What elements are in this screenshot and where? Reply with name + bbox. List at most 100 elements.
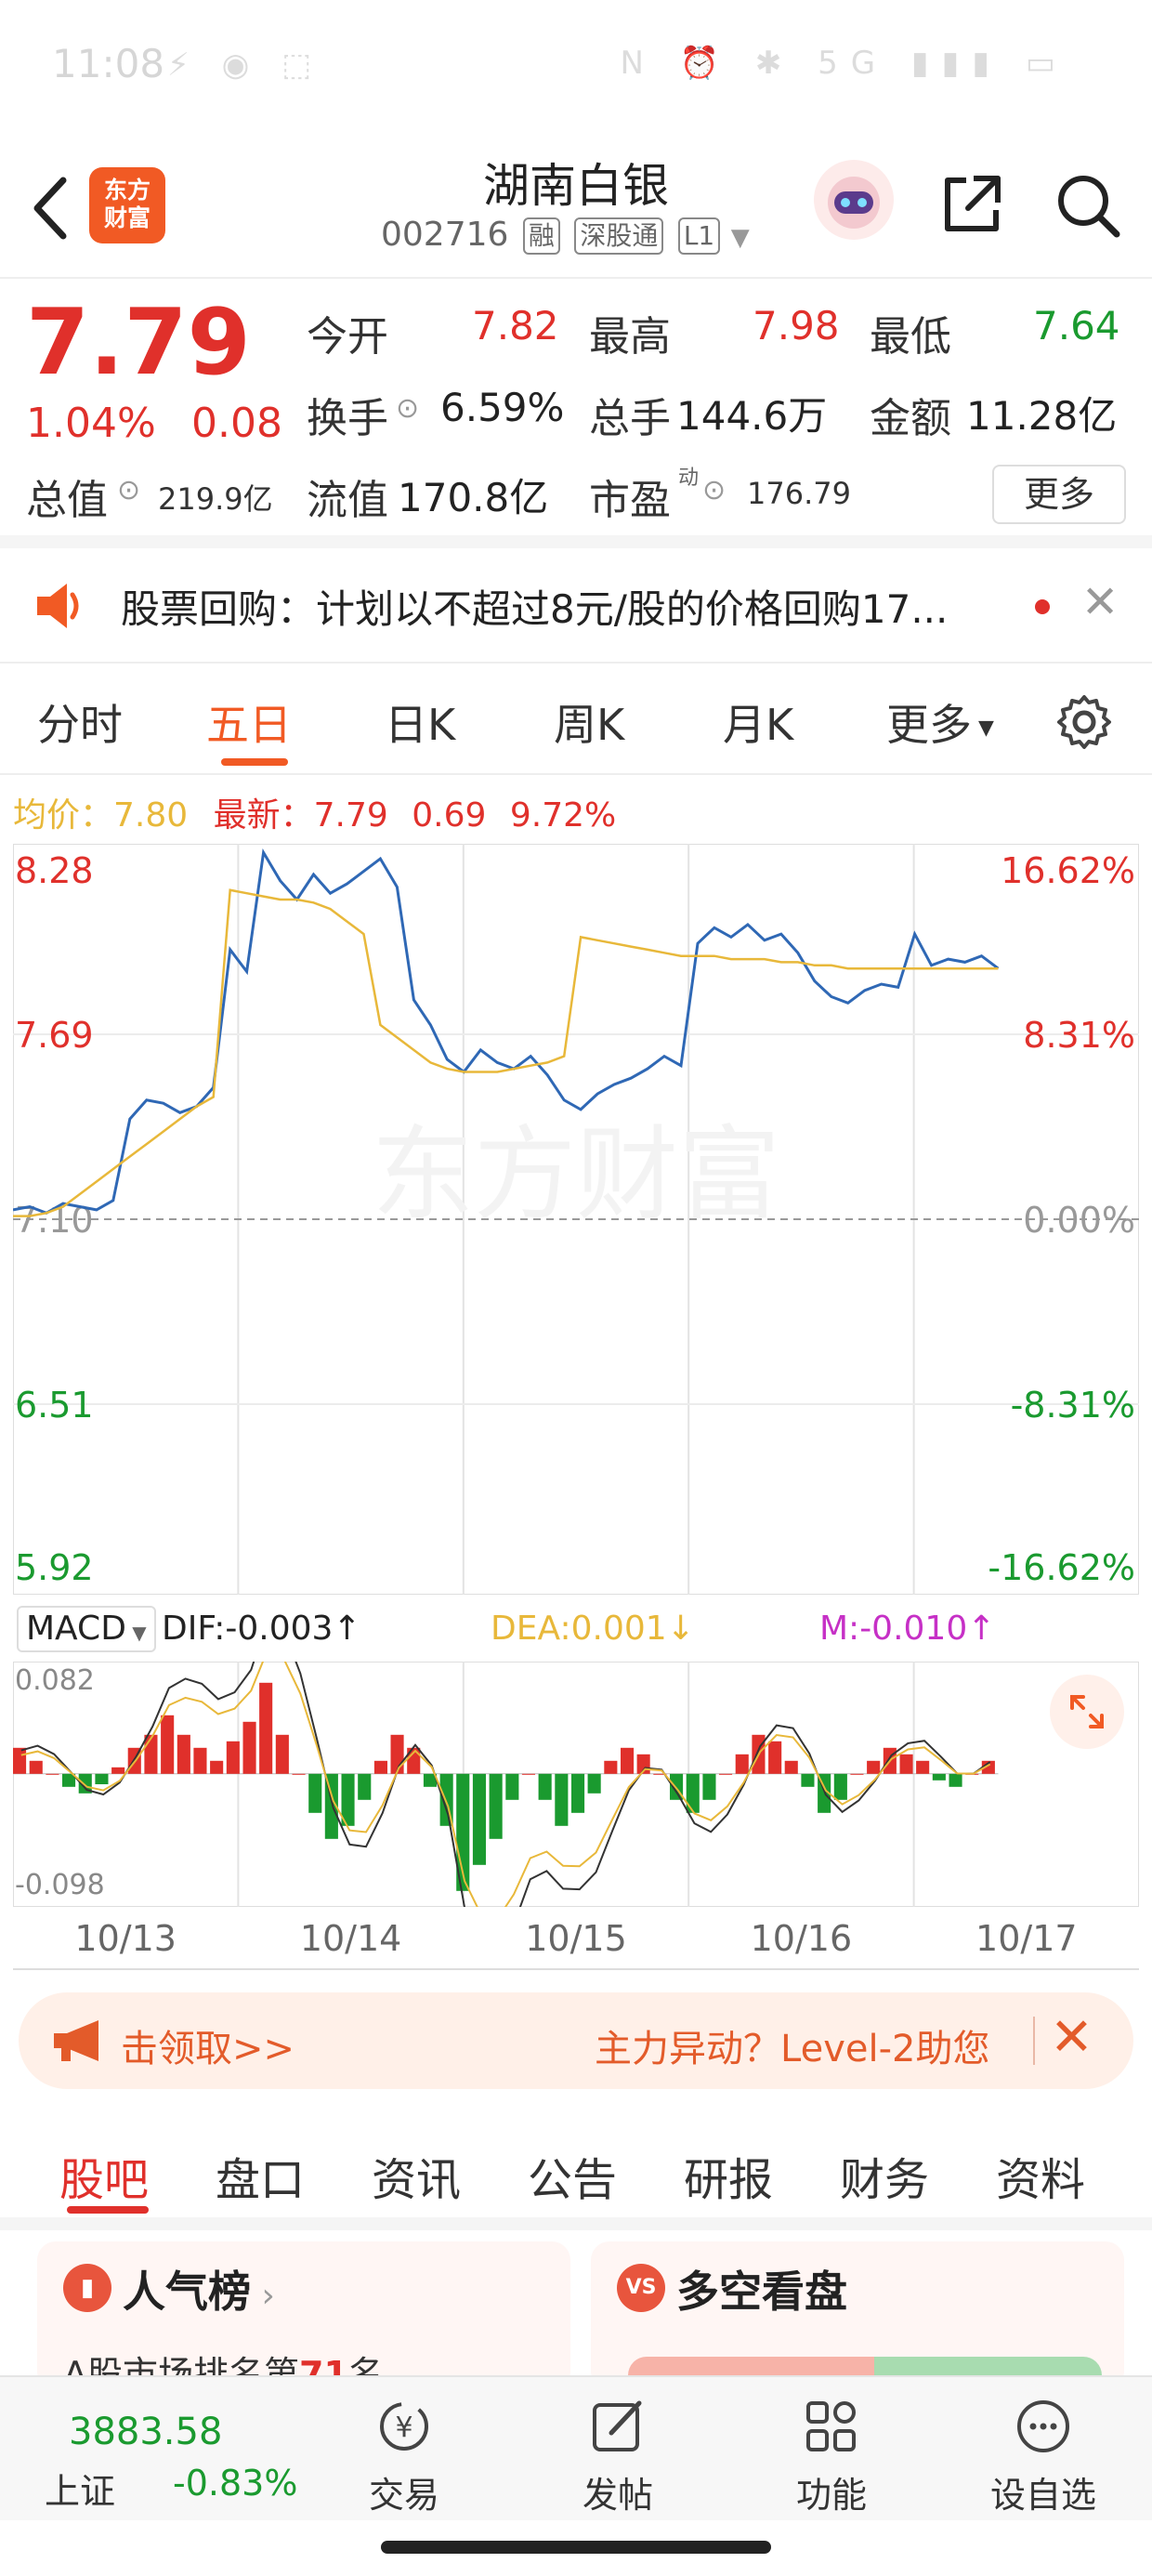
tab-weekly-k[interactable]: 周K (554, 691, 624, 753)
float-value-label: 流值 (307, 477, 388, 524)
macd-bar (899, 1754, 913, 1774)
edit-icon (593, 2400, 642, 2451)
nav-post[interactable]: 发帖 (548, 2388, 687, 2517)
info-icon[interactable]: ⊙ (396, 392, 419, 425)
tag-margin: 融 (522, 217, 560, 255)
expand-chart-button[interactable] (1050, 1675, 1124, 1749)
nav-trade[interactable]: ¥ 交易 (334, 2388, 474, 2517)
y-tick-right: 0.00% (1023, 1200, 1135, 1241)
macd-bar (308, 1773, 322, 1813)
status-bar: 11:08 ⚡ ◉ ⬚ N ⏰ ✱ 5G ▮▮▮ ▭ (0, 0, 1152, 139)
turnover-label: 换手 (307, 395, 388, 442)
nav-functions[interactable]: 功能 (762, 2388, 901, 2517)
macd-dif: DIF:-0.003↑ (162, 1610, 361, 1648)
app-logo[interactable]: 东方 财富 (89, 167, 165, 243)
popularity-card[interactable]: ▮ 人气榜 › A股市场排名第71名 (37, 2241, 570, 2390)
share-icon[interactable] (935, 167, 1009, 242)
tab-order-book[interactable]: 盘口 (216, 2143, 305, 2208)
search-icon[interactable] (1050, 167, 1124, 242)
macd-bar (621, 1747, 635, 1774)
close-icon[interactable]: ✕ (1081, 576, 1119, 628)
tab-five-day[interactable]: 五日 (206, 691, 292, 753)
promo-banner[interactable]: 击领取>> 主力异动？Level-2助您 ✕ (19, 1992, 1133, 2089)
macd-y-tick-bottom: -0.098 (15, 1869, 105, 1901)
avg-value: 7.80 (113, 796, 189, 835)
tab-profile[interactable]: 资料 (996, 2143, 1085, 2208)
chart-info-line: 均价：7.80 最新：7.79 0.69 9.72% (13, 788, 616, 836)
tab-daily-k[interactable]: 日K (385, 691, 455, 753)
y-tick-right: -8.31% (1011, 1385, 1135, 1426)
open-value: 7.82 (472, 303, 559, 348)
open-label: 今开 (307, 313, 388, 361)
five-day-price-chart[interactable]: 8.28 16.62%7.69 8.31%7.10 0.00%6.51 -8.31%5.… (13, 844, 1139, 1595)
macd-bar (177, 1734, 190, 1774)
versus-icon: VS (617, 2264, 665, 2312)
content-tabs: 股吧 盘口 资讯 公告 研报 财务 资料 (0, 2109, 1152, 2230)
close-icon[interactable]: ✕ (1050, 2007, 1093, 2068)
high-value: 7.98 (753, 303, 840, 348)
date-axis: 10/13 10/14 10/15 10/16 10/17 (13, 1907, 1139, 1970)
tab-more[interactable]: 更多 ▼ (886, 691, 994, 753)
stock-code-row[interactable]: 002716 融 深股通 L1 ▼ (381, 216, 750, 255)
svg-text:¥: ¥ (395, 2412, 412, 2444)
bull-bear-card[interactable]: VS 多空看盘 (591, 2241, 1124, 2390)
macd-indicator-select[interactable]: MACD ▼ (17, 1606, 156, 1652)
pe-label: 市盈 (589, 477, 671, 524)
index-percent[interactable]: -0.83% (173, 2463, 297, 2504)
y-tick-right: 8.31% (1023, 1015, 1135, 1056)
macd-bar (916, 1760, 930, 1774)
settings-gear-icon[interactable] (1054, 691, 1115, 753)
macd-bar (867, 1760, 881, 1774)
macd-bar (226, 1741, 240, 1774)
tab-announcements[interactable]: 公告 (528, 2143, 617, 2208)
avg-label: 均价： (13, 796, 114, 835)
bar-chart-icon: ▮ (63, 2264, 111, 2312)
y-tick-left: 7.69 (15, 1015, 94, 1056)
latest-pct: 9.72% (509, 796, 617, 835)
tab-monthly-k[interactable]: 月K (723, 691, 793, 753)
index-value[interactable]: 3883.58 (69, 2411, 222, 2453)
ai-assistant-icon[interactable] (814, 160, 894, 240)
logo-text-top: 东方 (103, 177, 151, 204)
latest-label: 最新： (213, 796, 314, 835)
stock-name: 湖南白银 (483, 159, 669, 213)
megaphone-icon (54, 2020, 98, 2061)
macd-bar (95, 1773, 109, 1784)
status-right-icons: N ⏰ ✱ 5G ▮▮▮ ▭ (620, 45, 1068, 82)
macd-bar (604, 1760, 618, 1774)
nav-add-watchlist[interactable]: 设自选 (974, 2388, 1113, 2517)
macd-bar (587, 1773, 601, 1794)
dropdown-triangle-icon: ▼ (972, 716, 994, 740)
trade-icon: ¥ (380, 2402, 428, 2451)
high-label: 最高 (589, 313, 671, 361)
index-name[interactable]: 上证 (45, 2463, 115, 2514)
tab-financials[interactable]: 财务 (840, 2143, 929, 2208)
macd-chart[interactable]: 0.082 -0.098 (13, 1662, 1139, 1907)
macd-bar (538, 1773, 552, 1800)
macd-bar (144, 1734, 158, 1774)
total-value-label: 总值 (26, 477, 108, 524)
info-icon[interactable]: ⊙ (702, 474, 726, 506)
macd-bar (29, 1760, 43, 1774)
more-quote-button[interactable]: 更多 (992, 465, 1126, 524)
pe-value: 176.79 (747, 476, 851, 511)
bull-bear-title: 多空看盘 (676, 2267, 847, 2317)
stock-header: 东方 财富 湖南白银 002716 融 深股通 L1 ▼ (0, 139, 1152, 279)
latest-change: 0.69 (412, 796, 487, 835)
tab-stock-forum[interactable]: 股吧 (59, 2143, 149, 2208)
info-icon[interactable]: ⊙ (117, 474, 140, 506)
macd-bar (275, 1734, 289, 1774)
tab-news[interactable]: 资讯 (372, 2143, 461, 2208)
back-arrow-icon[interactable] (26, 171, 78, 245)
tab-research[interactable]: 研报 (684, 2143, 773, 2208)
chevron-right-icon: › (251, 2277, 275, 2315)
nav-functions-label: 功能 (795, 2475, 867, 2516)
macd-bar (571, 1773, 585, 1813)
tab-intraday[interactable]: 分时 (37, 691, 123, 753)
speaker-icon (37, 584, 79, 628)
macd-bar (768, 1741, 782, 1774)
dropdown-triangle-icon: ▼ (730, 224, 750, 252)
announcement-bar[interactable]: 股票回购：计划以不超过8元/股的价格回购17... ✕ (0, 548, 1152, 664)
pe-dynamic-sup: 动 (678, 467, 700, 490)
macd-bar (719, 1773, 733, 1775)
